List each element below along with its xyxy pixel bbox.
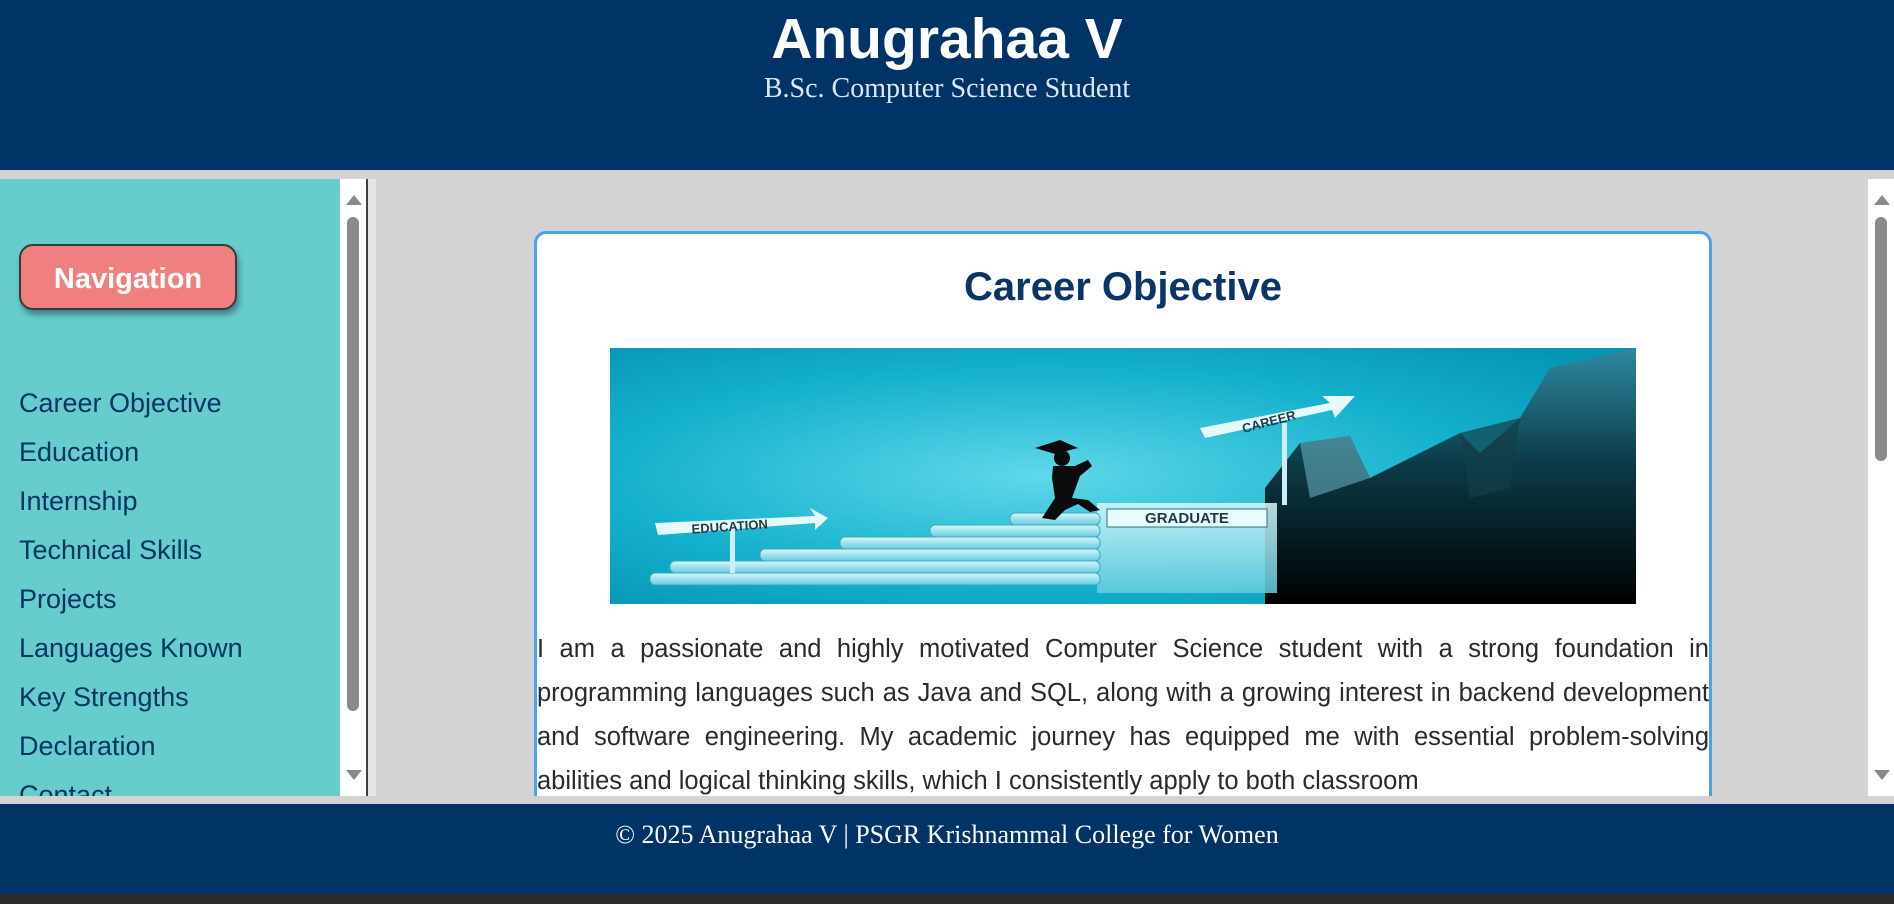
site-subtitle: B.Sc. Computer Science Student — [763, 73, 1131, 104]
nav-list: Career Objective Education Internship Te… — [19, 379, 243, 796]
career-objective-card: Career Objective GRADUATE EDUCATION CARE… — [534, 231, 1712, 796]
content-scroll-thumb[interactable] — [1875, 217, 1887, 461]
scroll-up-arrow-icon[interactable] — [1874, 195, 1890, 205]
nav-link-declaration[interactable]: Declaration — [19, 722, 243, 771]
navigation-frame: Navigation Career Objective Education In… — [0, 179, 340, 796]
sidebar-scroll-thumb[interactable] — [347, 217, 359, 711]
career-banner-image: GRADUATE EDUCATION CAREER — [610, 348, 1636, 604]
scroll-down-arrow-icon[interactable] — [1874, 770, 1890, 780]
nav-link-technical-skills[interactable]: Technical Skills — [19, 526, 243, 575]
nav-link-contact[interactable]: Contact — [19, 771, 243, 796]
scroll-down-arrow-icon[interactable] — [346, 770, 362, 780]
navigation-button[interactable]: Navigation — [19, 244, 237, 310]
site-title: Anugrahaa V — [771, 7, 1123, 71]
page-header: Anugrahaa V B.Sc. Computer Science Stude… — [0, 0, 1894, 170]
sidebar-scrollbar[interactable] — [340, 179, 366, 796]
footer-copyright: © 2025 Anugrahaa V | PSGR Krishnammal Co… — [615, 820, 1279, 849]
section-title: Career Objective — [964, 265, 1282, 309]
frame-separator-top — [0, 170, 1894, 179]
nav-link-key-strengths[interactable]: Key Strengths — [19, 673, 243, 722]
frame-divider[interactable] — [366, 179, 376, 796]
scroll-up-arrow-icon[interactable] — [346, 195, 362, 205]
page-footer: © 2025 Anugrahaa V | PSGR Krishnammal Co… — [0, 804, 1894, 894]
nav-link-career-objective[interactable]: Career Objective — [19, 379, 243, 428]
nav-link-education[interactable]: Education — [19, 428, 243, 477]
nav-link-internship[interactable]: Internship — [19, 477, 243, 526]
content-frame: Career Objective GRADUATE EDUCATION CARE… — [376, 179, 1868, 796]
banner-graduate-label: GRADUATE — [1145, 510, 1229, 527]
frame-separator-bottom — [0, 796, 1894, 804]
nav-link-languages-known[interactable]: Languages Known — [19, 624, 243, 673]
career-objective-paragraph: I am a passionate and highly motivated C… — [537, 635, 1709, 795]
nav-link-projects[interactable]: Projects — [19, 575, 243, 624]
content-scrollbar[interactable] — [1868, 179, 1894, 796]
